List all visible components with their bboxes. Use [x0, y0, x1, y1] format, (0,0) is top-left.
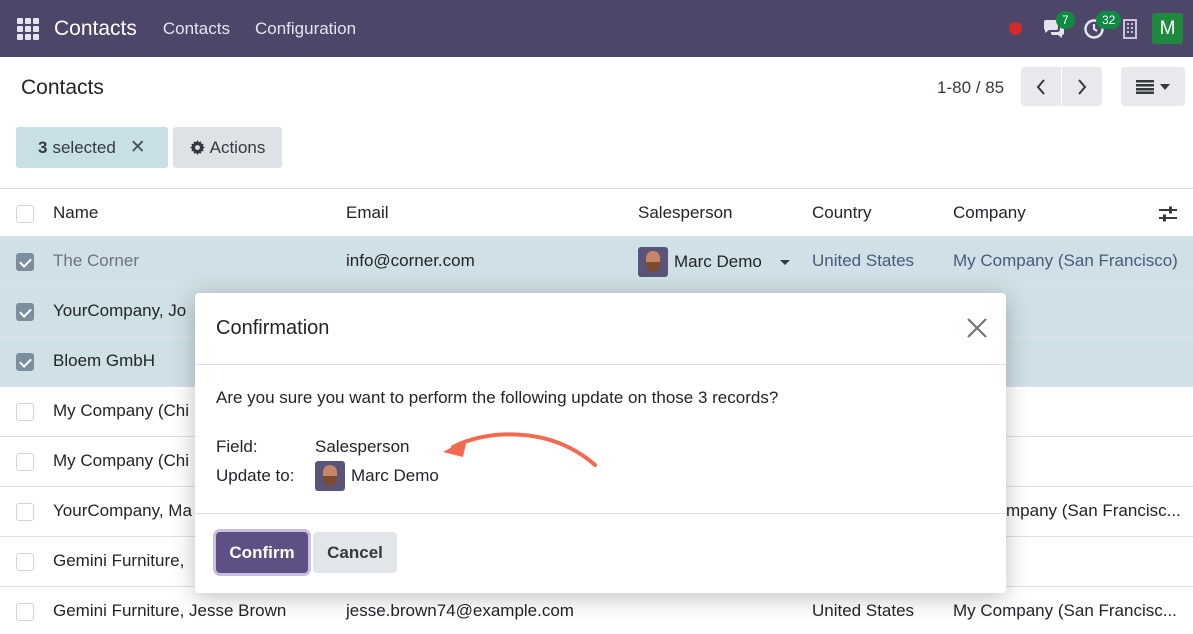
table-row[interactable]: Gemini Furniture, Jesse Brown jesse.brow…	[0, 587, 1193, 634]
row-checkbox[interactable]	[16, 503, 34, 521]
confirm-button[interactable]: Confirm	[216, 532, 308, 573]
update-value: Marc Demo	[351, 466, 439, 485]
messages-count-badge: 7	[1056, 11, 1075, 29]
salesperson-avatar	[638, 247, 668, 277]
cell-name: Gemini Furniture,	[53, 551, 185, 570]
top-navbar: Contacts Contacts Configuration 7 32 M	[0, 0, 1193, 57]
actions-button[interactable]: Actions	[173, 127, 282, 168]
gear-icon	[189, 140, 205, 155]
cell-country: United States	[812, 601, 915, 620]
pager-value[interactable]: 1-80 / 85	[937, 78, 1004, 98]
cell-company: My Company (San Francisc...	[953, 601, 1177, 620]
cell-name: My Company (Chi	[53, 401, 190, 420]
dialog-header: Confirmation	[195, 293, 1006, 365]
app-grid-icon[interactable]	[17, 17, 39, 40]
selected-label: selected	[52, 137, 116, 157]
cell-name: My Company (Chi	[53, 451, 190, 470]
column-header-name[interactable]: Name	[53, 203, 98, 223]
table-row[interactable]: The Corner info@corner.com Marc Demo Uni…	[0, 237, 1193, 287]
cell-name: YourCompany, Jo	[53, 301, 187, 320]
update-label: Update to:	[216, 466, 295, 485]
cell-name: YourCompany, Ma	[53, 501, 192, 520]
dialog-footer: Confirm Cancel	[195, 514, 1006, 592]
cell-email: jesse.brown74@example.com	[346, 601, 574, 620]
cell-salesperson: Marc Demo	[674, 252, 762, 271]
close-icon[interactable]	[966, 317, 988, 339]
row-checkbox[interactable]	[16, 403, 34, 421]
pager-next-button[interactable]	[1062, 67, 1102, 106]
menu-contacts[interactable]: Contacts	[163, 19, 230, 39]
page-title: Contacts	[21, 76, 104, 99]
cell-company: mpany (San Francisc...	[1006, 501, 1181, 520]
chevron-left-icon	[1036, 78, 1045, 95]
cell-name: Bloem GmbH	[53, 351, 156, 370]
user-avatar[interactable]: M	[1152, 13, 1183, 44]
clear-selection-icon[interactable]: ✕	[130, 136, 146, 159]
row-checkbox[interactable]	[16, 353, 34, 371]
actions-label: Actions	[209, 137, 266, 157]
list-view-icon	[1136, 79, 1154, 94]
column-header-email[interactable]: Email	[346, 203, 389, 223]
cancel-button[interactable]: Cancel	[313, 532, 397, 573]
view-switcher-button[interactable]	[1121, 67, 1185, 106]
row-checkbox[interactable]	[16, 553, 34, 571]
menu-configuration[interactable]: Configuration	[255, 19, 356, 39]
field-label: Field:	[216, 437, 258, 456]
app-brand[interactable]: Contacts	[54, 17, 137, 41]
caret-down-icon[interactable]	[779, 259, 790, 265]
row-checkbox[interactable]	[16, 603, 34, 621]
row-checkbox[interactable]	[16, 303, 34, 321]
activities-button[interactable]: 32	[1074, 0, 1122, 57]
table-header: Name Email Salesperson Country Company	[0, 188, 1193, 237]
cell-company[interactable]: My Company (San Francisco)	[953, 251, 1178, 271]
selection-badge: 3 selected ✕	[16, 127, 168, 168]
optional-columns-icon[interactable]	[1158, 205, 1178, 223]
activities-count-badge: 32	[1096, 11, 1122, 29]
building-icon	[1123, 18, 1137, 39]
confirmation-dialog: Confirmation Are you sure you want to pe…	[195, 293, 1006, 593]
field-value: Salesperson	[315, 437, 410, 456]
control-panel: Contacts 1-80 / 85 3 selected ✕ Actions	[0, 57, 1193, 188]
update-value-wrapper: Marc Demo	[315, 461, 439, 491]
salesperson-avatar	[315, 461, 345, 491]
chevron-right-icon	[1078, 78, 1087, 95]
column-header-salesperson[interactable]: Salesperson	[638, 203, 733, 223]
caret-down-icon	[1160, 83, 1170, 90]
annotation-arrow-icon	[443, 432, 597, 467]
messages-button[interactable]: 7	[1034, 0, 1075, 57]
row-checkbox[interactable]	[16, 453, 34, 471]
cell-email: info@corner.com	[346, 251, 475, 270]
pager-previous-button[interactable]	[1021, 67, 1061, 106]
cell-country[interactable]: United States	[812, 251, 914, 271]
recording-indicator-icon	[1009, 22, 1022, 35]
selected-count: 3	[38, 137, 48, 157]
column-header-country[interactable]: Country	[812, 203, 872, 223]
cell-name: The Corner	[53, 251, 139, 270]
cell-name: Gemini Furniture, Jesse Brown	[53, 601, 287, 620]
dialog-body: Are you sure you want to perform the fol…	[195, 365, 1006, 514]
row-checkbox[interactable]	[16, 253, 34, 271]
company-switch-button[interactable]	[1114, 0, 1146, 57]
confirmation-question: Are you sure you want to perform the fol…	[216, 388, 779, 407]
select-all-checkbox[interactable]	[16, 205, 34, 223]
salesperson-field[interactable]: Marc Demo	[638, 247, 790, 277]
column-header-company[interactable]: Company	[953, 203, 1026, 223]
dialog-title: Confirmation	[216, 317, 330, 339]
